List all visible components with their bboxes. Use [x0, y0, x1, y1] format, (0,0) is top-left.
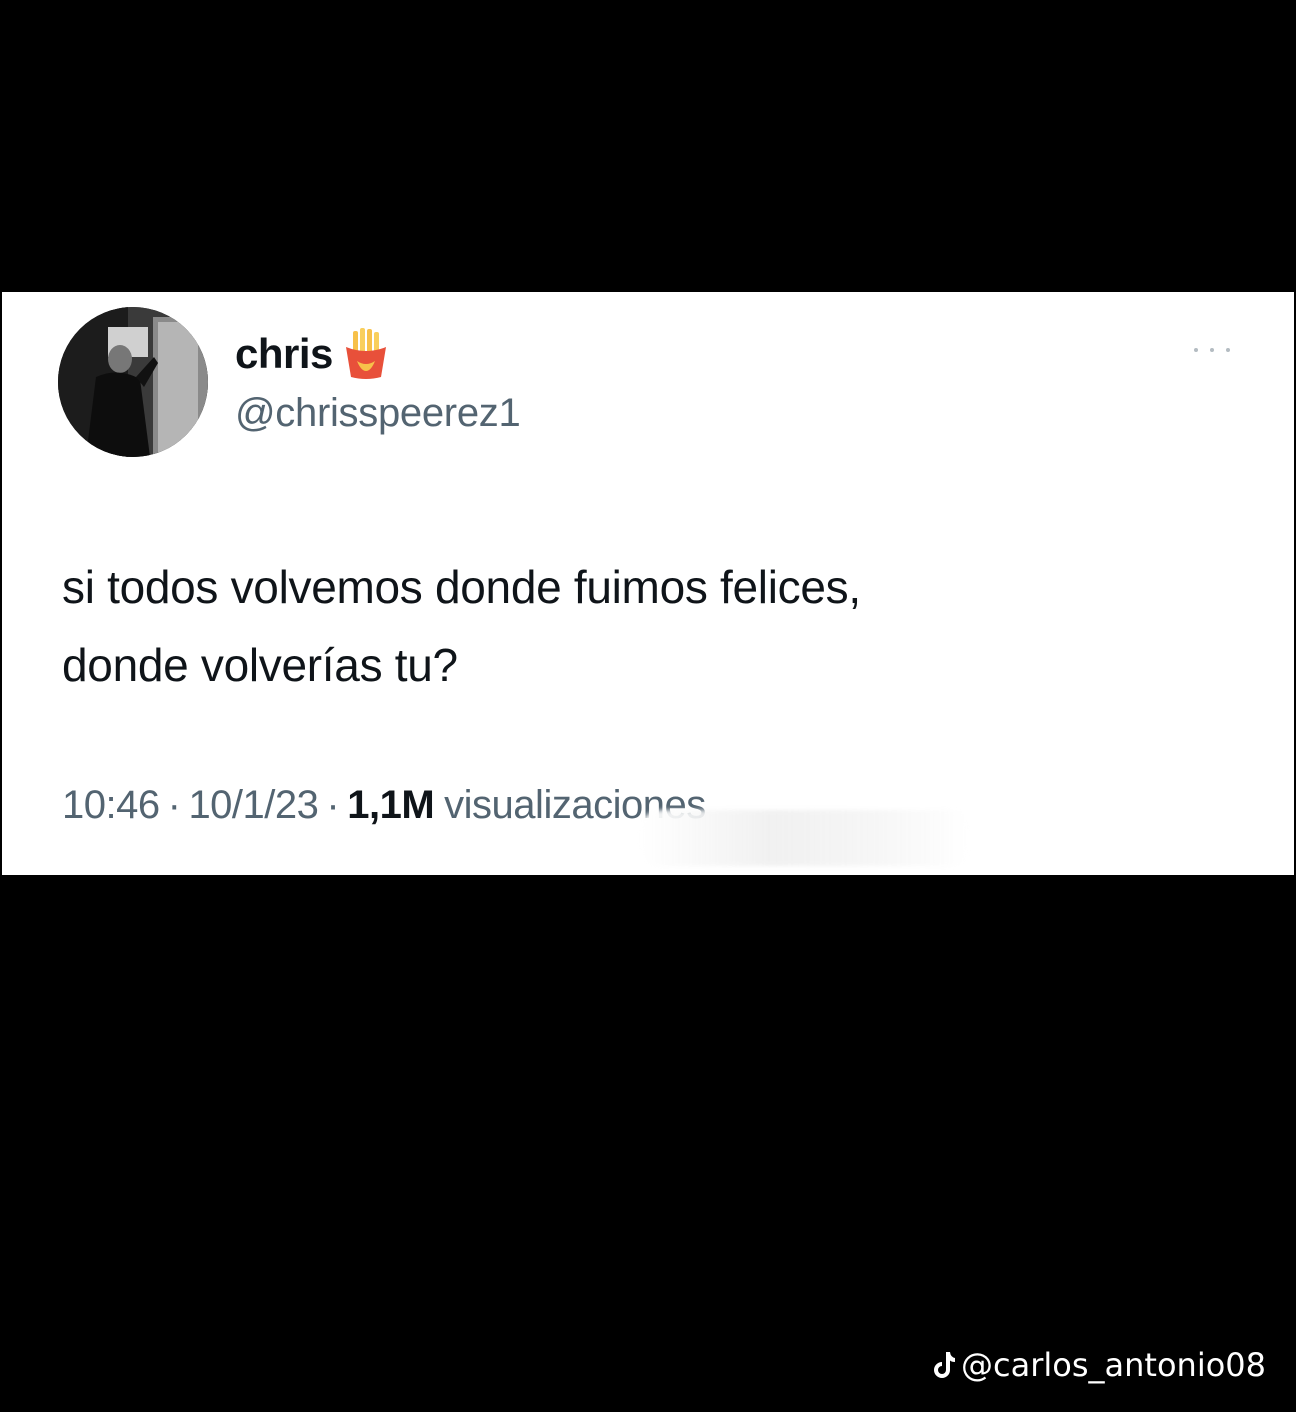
tweet-date[interactable]: 10/1/23	[188, 783, 318, 827]
tweet-text: si todos volvemos donde fuimos felices, …	[62, 548, 1242, 704]
more-dot-icon	[1226, 348, 1230, 352]
tweet-meta: 10:46 · 10/1/23 · 1,1M visualizaciones	[62, 783, 706, 828]
meta-separator: ·	[167, 783, 181, 827]
views-count[interactable]: 1,1M	[347, 783, 434, 827]
display-name[interactable]: chris	[235, 330, 333, 378]
watermark-overlay	[640, 810, 970, 866]
tweet-text-line: donde volverías tu?	[62, 639, 458, 691]
avatar[interactable]	[58, 307, 208, 457]
more-options-button[interactable]	[1184, 330, 1240, 370]
display-name-row: chris	[235, 324, 395, 384]
tiktok-username: @carlos_antonio08	[961, 1346, 1266, 1384]
meta-separator: ·	[326, 783, 340, 827]
more-dot-icon	[1210, 348, 1214, 352]
fries-emoji-icon	[337, 325, 395, 383]
tiktok-credit: @carlos_antonio08	[931, 1346, 1266, 1384]
tiktok-logo-icon	[934, 1352, 956, 1378]
tweet-time[interactable]: 10:46	[62, 783, 160, 827]
more-dot-icon	[1194, 348, 1198, 352]
tweet-text-line: si todos volvemos donde fuimos felices,	[62, 561, 861, 613]
avatar-photo-icon	[58, 307, 208, 457]
user-handle[interactable]: @chrisspeerez1	[235, 391, 521, 436]
